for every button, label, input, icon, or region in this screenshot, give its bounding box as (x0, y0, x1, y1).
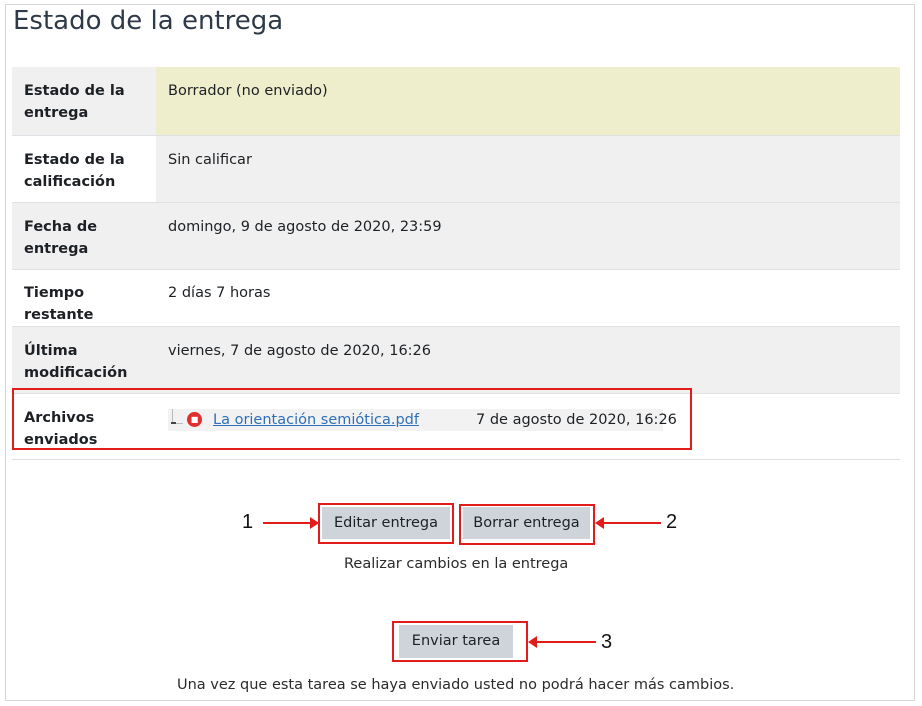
grading-status-value: Sin calificar (156, 135, 900, 203)
edit-help-text: Realizar cambios en la entrega (344, 556, 569, 572)
annotation-number-3: 3 (601, 631, 613, 653)
last-modified-value: viernes, 7 de agosto de 2020, 16:26 (156, 326, 900, 394)
row-label: Tiempo restante (12, 269, 156, 327)
row-label: Fecha de entrega (12, 202, 156, 270)
table-row: Última modificación viernes, 7 de agosto… (12, 326, 900, 394)
submit-help-text: Una vez que esta tarea se haya enviado u… (177, 677, 735, 693)
table-row: Fecha de entrega domingo, 9 de agosto de… (12, 202, 900, 270)
highlight-submitted-files (12, 388, 692, 450)
table-row: Tiempo restante 2 días 7 horas (12, 269, 900, 327)
annotation-arrow-2 (595, 517, 661, 529)
status-value-draft: Borrador (no enviado) (156, 67, 900, 136)
annotation-number-1: 1 (242, 511, 254, 533)
row-label: Estado de la calificación (12, 135, 156, 203)
row-label: Última modificación (12, 326, 156, 394)
annotation-arrow-3 (528, 636, 596, 648)
page-title: Estado de la entrega (13, 6, 284, 36)
highlight-delete-button (459, 504, 595, 545)
due-date-value: domingo, 9 de agosto de 2020, 23:59 (156, 202, 900, 270)
row-label: Estado de la entrega (12, 67, 156, 136)
highlight-submit-button (392, 621, 528, 662)
annotation-number-2: 2 (666, 511, 678, 533)
table-row: Estado de la calificación Sin calificar (12, 135, 900, 203)
highlight-edit-button (318, 503, 454, 544)
table-row: Estado de la entrega Borrador (no enviad… (12, 67, 900, 136)
annotation-arrow-1 (263, 517, 319, 529)
time-remaining-value: 2 días 7 horas (156, 269, 900, 327)
